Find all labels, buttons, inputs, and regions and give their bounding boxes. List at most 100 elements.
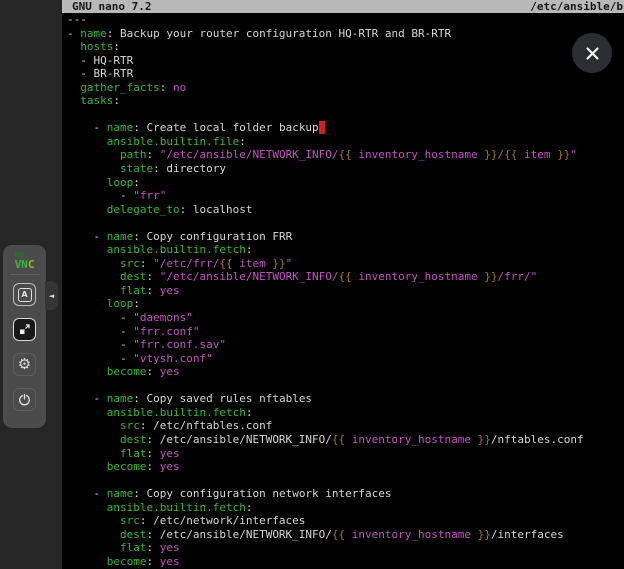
code-segment: }} <box>478 528 491 541</box>
code-segment: : <box>147 555 160 568</box>
collapse-arrow-icon: ◄ <box>49 292 54 300</box>
editor-line: - "daemons" <box>67 311 624 325</box>
code-segment <box>67 81 80 94</box>
code-segment <box>67 555 107 568</box>
editor-line: - "frr" <box>67 189 624 203</box>
editor[interactable]: ---- name: Backup your router configurat… <box>67 13 624 569</box>
code-segment: "frr.conf" <box>133 325 199 338</box>
code-segment: }} <box>557 148 570 161</box>
editor-line: - name: Backup your router configuration… <box>67 27 624 41</box>
editor-line: - name: Copy configuration FRR <box>67 230 624 244</box>
code-segment: become <box>107 555 147 568</box>
editor-line: become: yes <box>67 365 624 379</box>
code-segment: : <box>146 284 159 297</box>
code-segment: become <box>107 460 147 473</box>
code-segment <box>67 460 107 473</box>
editor-line: - HQ-RTR <box>67 54 624 68</box>
power-icon <box>17 392 32 407</box>
editor-line: gather_facts: no <box>67 81 624 95</box>
code-segment: flat <box>120 541 147 554</box>
keyboard-button[interactable]: A <box>13 283 36 306</box>
code-segment: : <box>147 365 160 378</box>
code-segment: - <box>67 352 133 365</box>
code-segment: item <box>233 257 273 270</box>
code-segment: /nftables.conf <box>491 433 584 446</box>
code-segment: : localhost <box>180 203 253 216</box>
code-segment: : Backup your router configuration HQ-RT… <box>107 27 451 40</box>
code-segment: : <box>133 297 140 310</box>
code-segment: yes <box>160 284 180 297</box>
code-segment: name <box>107 230 134 243</box>
code-segment: : Copy configuration FRR <box>133 230 292 243</box>
code-segment: : Create local folder backup <box>133 121 318 134</box>
editor-line: dest: "/etc/ansible/NETWORK_INFO/{{ inve… <box>67 270 624 284</box>
code-segment: : /etc/network/interfaces <box>140 514 306 527</box>
code-segment <box>67 135 107 148</box>
editor-line: state: directory <box>67 162 624 176</box>
code-segment <box>67 419 120 432</box>
close-icon <box>584 45 601 62</box>
text-cursor <box>319 121 326 134</box>
code-segment: : <box>146 447 159 460</box>
code-segment: : <box>246 501 253 514</box>
code-segment <box>67 297 107 310</box>
code-segment <box>67 514 120 527</box>
editor-line <box>67 379 624 393</box>
editor-line: flat: yes <box>67 447 624 461</box>
editor-line: - "frr.conf" <box>67 325 624 339</box>
code-segment: : Copy saved rules nftables <box>133 392 312 405</box>
code-segment: : <box>113 94 120 107</box>
editor-line: loop: <box>67 297 624 311</box>
code-segment <box>67 406 107 419</box>
code-segment: : <box>239 135 246 148</box>
vnc-control-bar: no VNC A ⚙ <box>3 245 46 428</box>
code-segment: : /etc/ansible/NETWORK_INFO/ <box>146 433 331 446</box>
code-segment: name <box>80 27 107 40</box>
code-segment: flat <box>120 447 147 460</box>
code-segment: : <box>113 40 120 53</box>
code-segment: loop <box>107 176 134 189</box>
code-segment: - <box>67 311 133 324</box>
code-segment <box>67 447 120 460</box>
editor-line: dest: /etc/ansible/NETWORK_INFO/{{ inven… <box>67 528 624 542</box>
code-segment <box>67 270 120 283</box>
editor-line: loop: <box>67 176 624 190</box>
code-segment: no <box>173 81 186 94</box>
code-segment: }} <box>478 433 491 446</box>
editor-line: dest: /etc/ansible/NETWORK_INFO/{{ inven… <box>67 433 624 447</box>
fullscreen-icon <box>18 323 31 336</box>
code-segment: - <box>67 487 107 500</box>
code-segment: src <box>120 514 140 527</box>
editor-line: hosts: <box>67 40 624 54</box>
control-bar-handle[interactable]: ◄ <box>45 281 58 310</box>
novnc-logo-bottom: VNC <box>15 253 35 272</box>
divider <box>10 274 40 275</box>
nano-file-path: /etc/ansible/b <box>530 0 623 13</box>
code-segment: "frr.conf.sav" <box>133 338 226 351</box>
editor-line: ansible.builtin.fetch: <box>67 501 624 515</box>
code-segment: dest <box>120 528 147 541</box>
close-button[interactable] <box>572 33 612 73</box>
editor-line: become: yes <box>67 555 624 569</box>
code-segment: {{ <box>332 528 345 541</box>
editor-line: ansible.builtin.file: <box>67 135 624 149</box>
editor-line: ansible.builtin.fetch: <box>67 406 624 420</box>
code-segment: }} <box>484 270 497 283</box>
code-segment: : <box>140 257 153 270</box>
editor-line: - name: Create local folder backup <box>67 121 624 135</box>
power-button[interactable] <box>13 388 36 411</box>
code-segment: : directory <box>153 162 226 175</box>
code-segment: src <box>120 257 140 270</box>
code-segment: - <box>67 392 107 405</box>
editor-line: - name: Copy configuration network inter… <box>67 487 624 501</box>
terminal-window[interactable]: GNU nano 7.2 /etc/ansible/b ---- name: B… <box>62 0 624 569</box>
fullscreen-button[interactable] <box>13 318 36 341</box>
code-segment: yes <box>160 447 180 460</box>
code-segment: name <box>107 487 134 500</box>
code-segment <box>67 501 107 514</box>
editor-line: flat: yes <box>67 541 624 555</box>
vnc-desktop: GNU nano 7.2 /etc/ansible/b ---- name: B… <box>0 0 624 569</box>
code-segment: - BR-RTR <box>67 67 133 80</box>
settings-button[interactable]: ⚙ <box>13 353 36 376</box>
editor-line: path: "/etc/ansible/NETWORK_INFO/{{ inve… <box>67 148 624 162</box>
